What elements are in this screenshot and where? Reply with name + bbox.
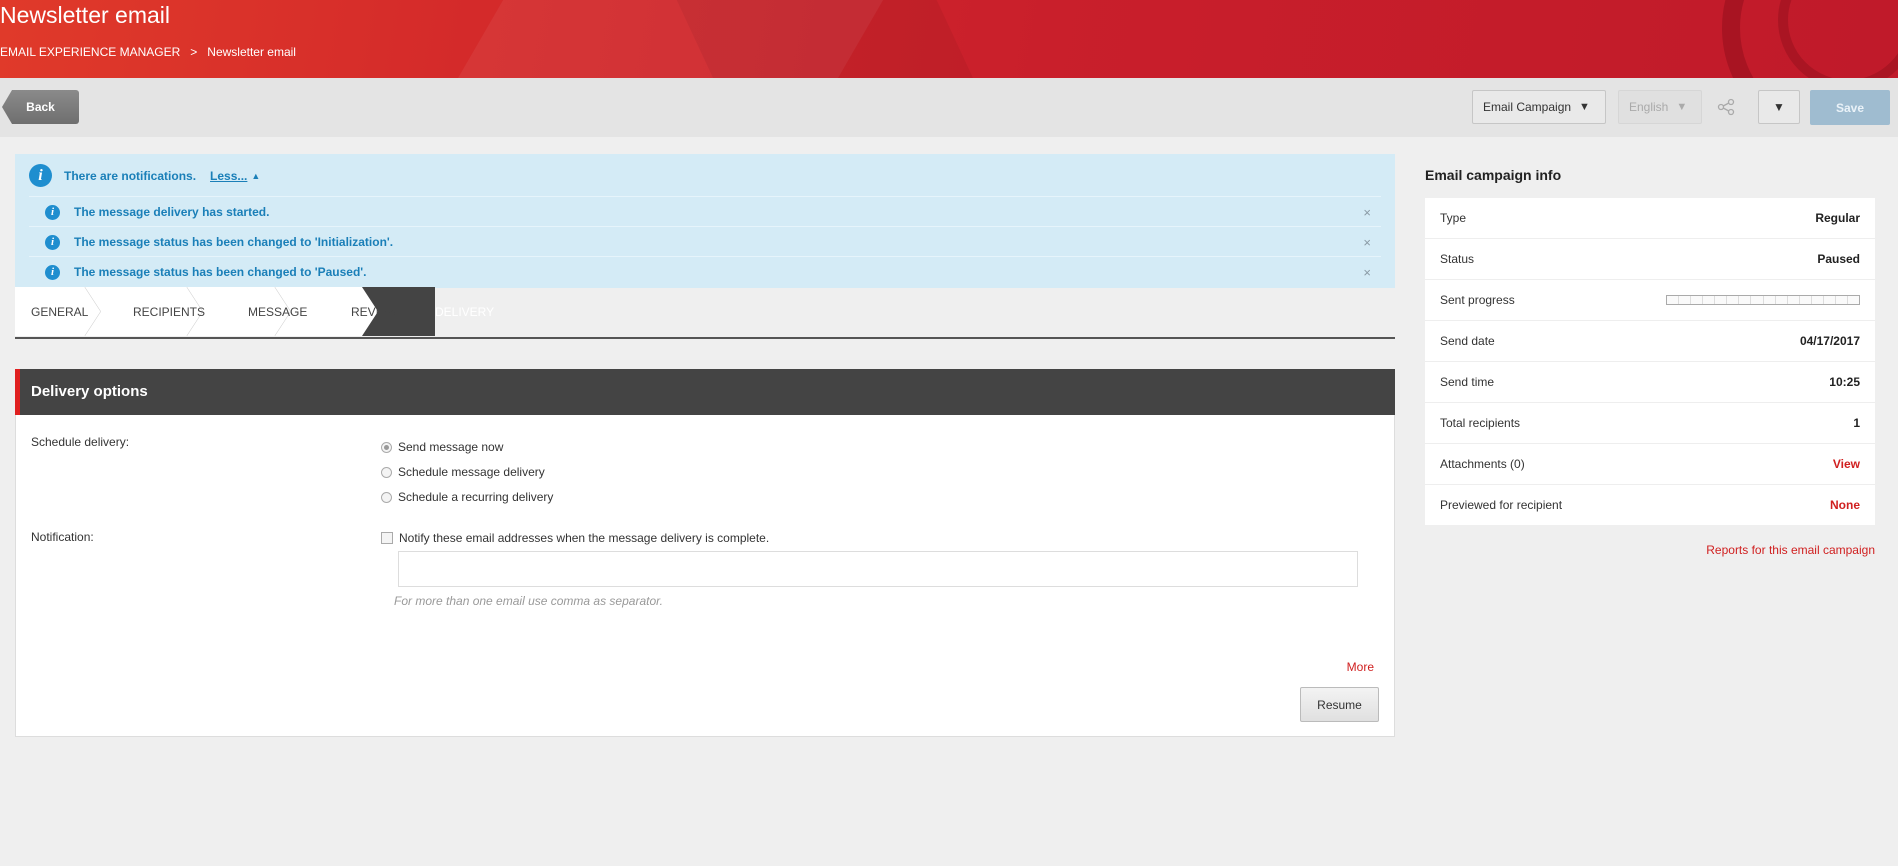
radio-schedule-delivery-label: Schedule message delivery: [398, 465, 545, 479]
panel-title: Delivery options: [31, 383, 148, 400]
campaign-info-title: Email campaign info: [1425, 167, 1562, 183]
caret-up-icon[interactable]: ▲: [251, 171, 260, 181]
info-key: Type: [1440, 211, 1467, 225]
info-key: Attachments (0): [1440, 457, 1525, 471]
notification-message: The message status has been changed to '…: [74, 235, 394, 249]
radio-send-now[interactable]: Send message now: [381, 440, 503, 454]
panel-header: Delivery options: [15, 369, 1395, 415]
info-row-total-recipients: Total recipients 1: [1425, 403, 1875, 444]
breadcrumb-separator-icon: >: [190, 45, 198, 59]
info-icon: i: [45, 264, 60, 280]
info-value: Regular: [1815, 211, 1860, 225]
notification-item: i The message delivery has started. ×: [29, 196, 1381, 227]
info-value: 10:25: [1829, 375, 1860, 389]
notification-summary: i There are notifications. Less... ▲: [29, 164, 260, 187]
close-icon[interactable]: ×: [1363, 235, 1371, 250]
notification-email-input[interactable]: [398, 551, 1358, 587]
attachments-view-link[interactable]: View: [1833, 457, 1860, 471]
header-decoration: [658, 0, 1002, 78]
share-icon[interactable]: [1717, 98, 1735, 116]
info-key: Previewed for recipient: [1440, 498, 1563, 512]
page-title: Newsletter email: [0, 2, 170, 28]
info-value: Paused: [1817, 252, 1860, 266]
notification-item: i The message status has been changed to…: [29, 226, 1381, 257]
info-icon: i: [45, 204, 60, 220]
caret-down-icon: ▼: [1676, 101, 1688, 113]
breadcrumb-item-newsletter-email: Newsletter email: [207, 45, 296, 59]
language-dropdown[interactable]: English ▼: [1618, 90, 1702, 124]
header-swirl-logo: [1778, 0, 1898, 78]
toolbar: Back Email Campaign ▼ English ▼ ▼ Save: [0, 78, 1898, 137]
more-actions-dropdown[interactable]: ▼: [1758, 90, 1800, 124]
caret-down-icon: ▼: [1579, 101, 1590, 113]
info-row-send-time: Send time 10:25: [1425, 362, 1875, 403]
radio-schedule-delivery[interactable]: Schedule message delivery: [381, 465, 545, 479]
radio-recurring-delivery-label: Schedule a recurring delivery: [398, 490, 554, 504]
notification-item: i The message status has been changed to…: [29, 256, 1381, 287]
app-header: Newsletter email EMAIL EXPERIENCE MANAGE…: [0, 0, 1898, 78]
notification-panel: i There are notifications. Less... ▲ i T…: [15, 154, 1395, 288]
info-key: Send date: [1440, 334, 1495, 348]
tab-general-label: GENERAL: [31, 304, 89, 319]
notification-message: The message status has been changed to '…: [74, 265, 367, 279]
info-row-send-date: Send date 04/17/2017: [1425, 321, 1875, 362]
tab-recipients-label: RECIPIENTS: [133, 304, 206, 319]
previewed-recipient-link[interactable]: None: [1830, 498, 1860, 512]
notification-message: The message delivery has started.: [74, 205, 270, 219]
tab-message[interactable]: MESSAGE: [248, 287, 307, 336]
email-hint: For more than one email use comma as sep…: [394, 594, 664, 608]
tab-delivery[interactable]: DELIVERY: [435, 287, 518, 336]
tab-general[interactable]: GENERAL: [31, 287, 88, 336]
notifications-toggle-link[interactable]: Less...: [210, 169, 247, 183]
reports-link[interactable]: Reports for this email campaign: [1706, 543, 1875, 557]
info-key: Status: [1440, 252, 1475, 266]
info-row-attachments: Attachments (0) View: [1425, 444, 1875, 485]
radio-button[interactable]: [381, 441, 392, 453]
info-row-sent-progress: Sent progress: [1425, 280, 1875, 321]
info-key: Total recipients: [1440, 416, 1521, 430]
back-button[interactable]: Back: [2, 90, 79, 124]
info-row-status: Status Paused: [1425, 239, 1875, 280]
radio-button[interactable]: [381, 466, 392, 478]
notify-checkbox-row[interactable]: Notify these email addresses when the me…: [381, 531, 769, 545]
close-icon[interactable]: ×: [1363, 265, 1371, 280]
tab-recipients[interactable]: RECIPIENTS: [133, 287, 205, 336]
info-key: Send time: [1440, 375, 1495, 389]
caret-down-icon: ▼: [1773, 100, 1785, 114]
info-icon: i: [45, 234, 60, 250]
resume-button[interactable]: Resume: [1300, 687, 1379, 722]
breadcrumb-item-email-experience-manager[interactable]: EMAIL EXPERIENCE MANAGER: [0, 45, 180, 59]
info-row-previewed: Previewed for recipient None: [1425, 485, 1875, 525]
notify-checkbox[interactable]: [381, 532, 393, 544]
tab-review[interactable]: REVIEW: [351, 287, 398, 336]
notification-summary-text: There are notifications.: [64, 168, 197, 183]
schedule-delivery-label: Schedule delivery:: [31, 435, 130, 449]
info-value: 1: [1853, 416, 1860, 430]
notification-label: Notification:: [31, 530, 94, 544]
wizard-tabs: GENERAL RECIPIENTS MESSAGE REVIEW DELIVE…: [15, 287, 1395, 339]
save-button[interactable]: Save: [1810, 90, 1890, 125]
close-icon[interactable]: ×: [1363, 205, 1371, 220]
breadcrumb: EMAIL EXPERIENCE MANAGER > Newsletter em…: [0, 45, 296, 59]
info-value: 04/17/2017: [1799, 334, 1860, 348]
email-campaign-label: Email Campaign: [1483, 100, 1572, 114]
radio-recurring-delivery[interactable]: Schedule a recurring delivery: [381, 490, 553, 504]
campaign-info-box: Type Regular Status Paused Sent progress…: [1425, 198, 1875, 525]
radio-send-now-label: Send message now: [398, 440, 504, 454]
tab-review-label: REVIEW: [351, 304, 399, 319]
notify-checkbox-label: Notify these email addresses when the me…: [399, 531, 770, 545]
info-icon: i: [29, 164, 52, 187]
more-link[interactable]: More: [1347, 660, 1374, 674]
info-row-type: Type Regular: [1425, 198, 1875, 239]
tab-delivery-label: DELIVERY: [435, 304, 495, 319]
radio-button[interactable]: [381, 491, 392, 503]
delivery-options-panel: Delivery options Schedule delivery: Send…: [15, 369, 1395, 737]
email-campaign-dropdown[interactable]: Email Campaign ▼: [1472, 90, 1606, 124]
tab-message-label: MESSAGE: [248, 304, 308, 319]
language-label: English: [1629, 100, 1669, 114]
sent-progress-bar: [1666, 295, 1860, 305]
info-key: Sent progress: [1440, 293, 1515, 307]
